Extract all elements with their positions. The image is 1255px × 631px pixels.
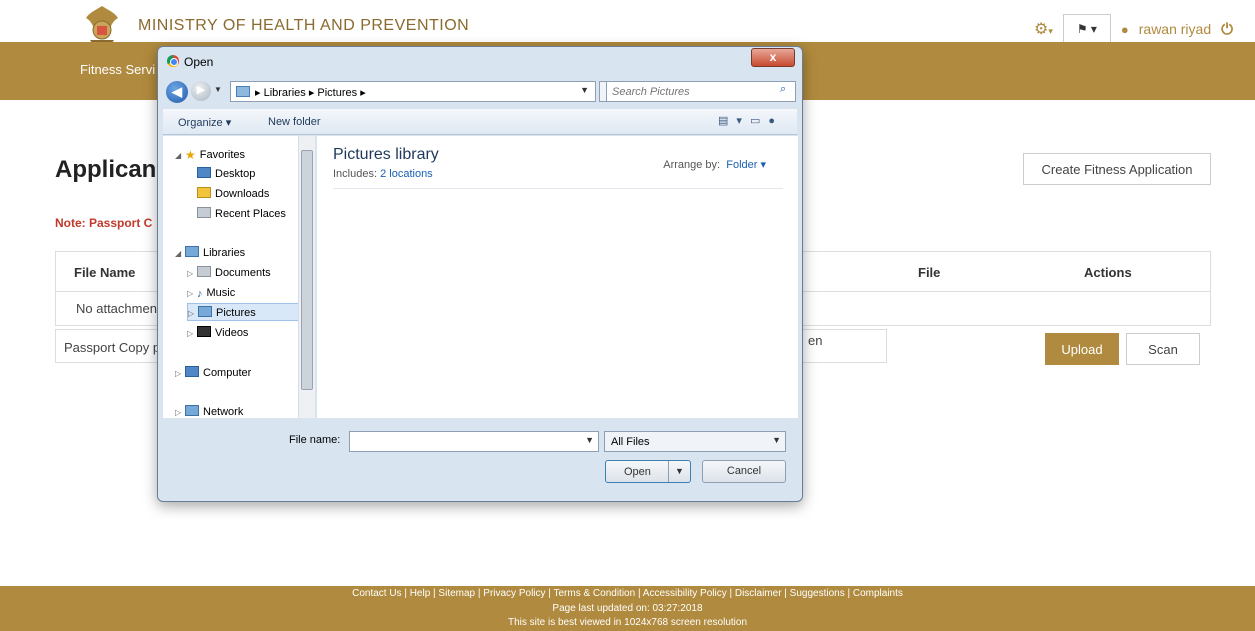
language-flag-button[interactable]: ⚑ ▾	[1062, 14, 1111, 44]
nav-item-libraries[interactable]: ◢ Libraries	[175, 244, 245, 262]
nav-item-downloads[interactable]: Downloads	[197, 185, 269, 203]
chrome-icon	[167, 55, 179, 67]
view-dropdown-icon[interactable]: ▾	[736, 115, 750, 127]
open-file-dialog: Open x ◀ ▶ ▼ ▸ Libraries ▸ Pictures ▸ ▼ …	[157, 46, 803, 502]
user-name-link[interactable]: rawan riyad	[1139, 21, 1211, 37]
user-icon: ●	[1120, 21, 1129, 37]
back-arrow-icon[interactable]: ◀	[166, 81, 188, 103]
library-includes: Includes: 2 locations	[333, 168, 433, 180]
new-folder-button[interactable]: New folder	[268, 116, 321, 128]
network-icon	[185, 405, 199, 416]
desktop-icon	[197, 167, 211, 178]
search-icon: ⌕	[780, 83, 787, 95]
file-type-select[interactable]: All Files ▼	[604, 431, 786, 452]
footer-last-updated: Page last updated on: 03:27:2018	[552, 603, 703, 614]
file-type-dropdown-icon[interactable]: ▼	[772, 435, 781, 445]
footer-resolution-note: This site is best viewed in 1024x768 scr…	[507, 617, 748, 628]
dialog-bottom-bar: File name: ▼ All Files ▼ Open ▼ Cancel	[163, 419, 797, 497]
nav-item-desktop[interactable]: Desktop	[197, 165, 255, 183]
address-dropdown-icon[interactable]: ▼	[580, 85, 589, 95]
libraries-icon	[185, 246, 199, 257]
view-change-icon[interactable]: ▤	[718, 115, 736, 127]
scrollbar-thumb[interactable]	[301, 150, 313, 390]
column-file-name: File Name	[74, 265, 136, 280]
nav-item-videos[interactable]: ▷ Videos	[187, 324, 248, 342]
settings-gear-icon[interactable]: ⚙▾	[1034, 19, 1053, 39]
flag-icon: ⚑	[1076, 22, 1088, 36]
forward-arrow-icon[interactable]: ▶	[191, 81, 211, 101]
cancel-button[interactable]: Cancel	[702, 460, 786, 483]
file-name-label: File name:	[289, 434, 341, 446]
recent-locations-dropdown-icon[interactable]: ▼	[214, 85, 222, 94]
arrange-by-dropdown[interactable]: Folder ▾	[726, 159, 766, 171]
content-divider	[333, 188, 783, 189]
open-button-label: Open	[624, 466, 651, 478]
passport-field-text-tail: en	[808, 333, 823, 348]
dialog-close-button[interactable]: x	[751, 48, 795, 67]
dialog-toolbar: Organize ▾ New folder ▤▾▭●	[163, 109, 797, 135]
navigation-pane: ◢ ★ Favorites Desktop Downloads Recent Pla…	[163, 136, 313, 418]
nav-item-documents[interactable]: ▷ Documents	[187, 264, 271, 282]
file-type-value: All Files	[611, 436, 650, 448]
library-title: Pictures library	[333, 146, 439, 163]
downloads-folder-icon	[197, 187, 211, 198]
dialog-title: Open	[184, 55, 214, 69]
music-note-icon: ♪	[197, 288, 203, 300]
videos-icon	[197, 326, 211, 337]
ministry-title: MINISTRY OF HEALTH AND PREVENTION	[138, 17, 470, 34]
open-button[interactable]: Open ▼	[605, 460, 691, 483]
passport-copy-label: Passport Copy p	[64, 340, 161, 355]
search-pictures-input[interactable]	[606, 81, 796, 102]
open-options-dropdown-icon[interactable]: ▼	[668, 461, 690, 482]
site-footer: Contact Us | Help | Sitemap | Privacy Po…	[0, 586, 1255, 631]
column-file: File	[918, 265, 941, 280]
no-attachment-text: No attachment	[76, 301, 161, 316]
footer-links[interactable]: Contact Us | Help | Sitemap | Privacy Po…	[0, 588, 1255, 599]
organize-menu[interactable]: Organize ▾	[178, 116, 231, 129]
page-title: Applican	[55, 156, 157, 183]
locations-link[interactable]: 2 locations	[380, 168, 433, 180]
star-icon: ★	[185, 148, 196, 162]
dialog-title-bar[interactable]: Open x	[158, 47, 802, 75]
create-fitness-application-button[interactable]: Create Fitness Application	[1023, 153, 1211, 185]
folder-icon	[236, 86, 250, 97]
file-name-dropdown-icon[interactable]: ▼	[585, 435, 594, 445]
logout-power-icon[interactable]: ⏻	[1221, 21, 1233, 38]
recent-places-icon	[197, 207, 211, 218]
nav-item-music[interactable]: ▷ ♪ Music	[187, 284, 235, 302]
arrange-by: Arrange by: Folder ▾	[663, 159, 766, 171]
file-list-pane[interactable]: Pictures library Includes: 2 locations A…	[317, 136, 798, 418]
nav-fitness-services[interactable]: Fitness Servi	[80, 62, 155, 77]
nav-item-computer[interactable]: ▷ Computer	[175, 364, 251, 382]
preview-pane-icon[interactable]: ▭	[750, 115, 768, 127]
address-path: ▸ Libraries ▸ Pictures ▸	[255, 87, 366, 99]
nav-item-pictures[interactable]: ▷ Pictures	[187, 303, 301, 321]
address-bar[interactable]: ▸ Libraries ▸ Pictures ▸ ▼	[230, 81, 596, 102]
scan-button[interactable]: Scan	[1126, 333, 1200, 365]
navigation-pane-scrollbar[interactable]	[298, 136, 315, 418]
upload-button[interactable]: Upload	[1045, 333, 1119, 365]
file-name-input[interactable]: ▼	[349, 431, 599, 452]
help-icon[interactable]: ●	[768, 115, 783, 127]
view-options-icons[interactable]: ▤▾▭●	[718, 114, 783, 127]
computer-icon	[185, 366, 199, 377]
nav-item-recent-places[interactable]: Recent Places	[197, 205, 286, 223]
column-actions: Actions	[1084, 265, 1132, 280]
passport-note: Note: Passport C	[55, 216, 153, 230]
documents-icon	[197, 266, 211, 277]
nav-item-favorites[interactable]: ◢ ★ Favorites	[175, 146, 245, 164]
pictures-icon	[198, 306, 212, 317]
